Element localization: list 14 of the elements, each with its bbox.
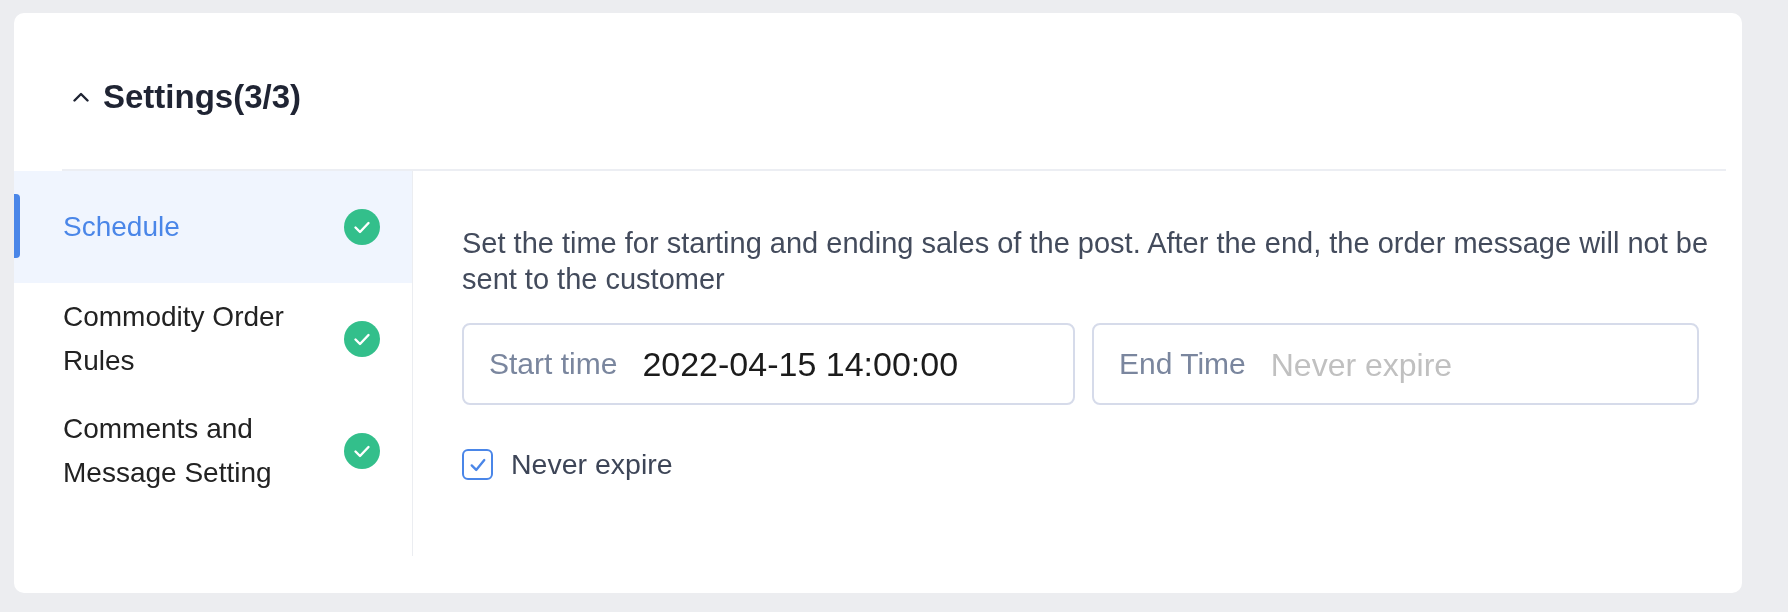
chevron-icon[interactable] [73, 92, 89, 102]
section-title: Settings(3/3) [103, 78, 302, 116]
date-time-field[interactable]: End Time Never expire [1092, 323, 1699, 405]
sidebar-item[interactable]: Commodity Order Rules [14, 283, 412, 395]
date-time-input[interactable]: Never expire [1270, 344, 1681, 384]
date-time-input[interactable]: 2022-04-15 14:00:00 [642, 344, 1057, 384]
checkbox-label[interactable]: Never expire [511, 448, 673, 481]
date-time-field[interactable]: Start time 2022-04-15 14:00:00 [462, 323, 1075, 405]
field-label: End Time [1119, 347, 1246, 381]
selection-indicator [14, 194, 20, 258]
sidebar-item[interactable]: Comments and Message Setting [14, 395, 412, 507]
field-label: Start time [489, 347, 618, 381]
checkbox[interactable] [462, 449, 493, 480]
description-text: Set the time for starting and ending sales of the post. After the end, the order message will not be sent to the customer [462, 226, 1710, 297]
